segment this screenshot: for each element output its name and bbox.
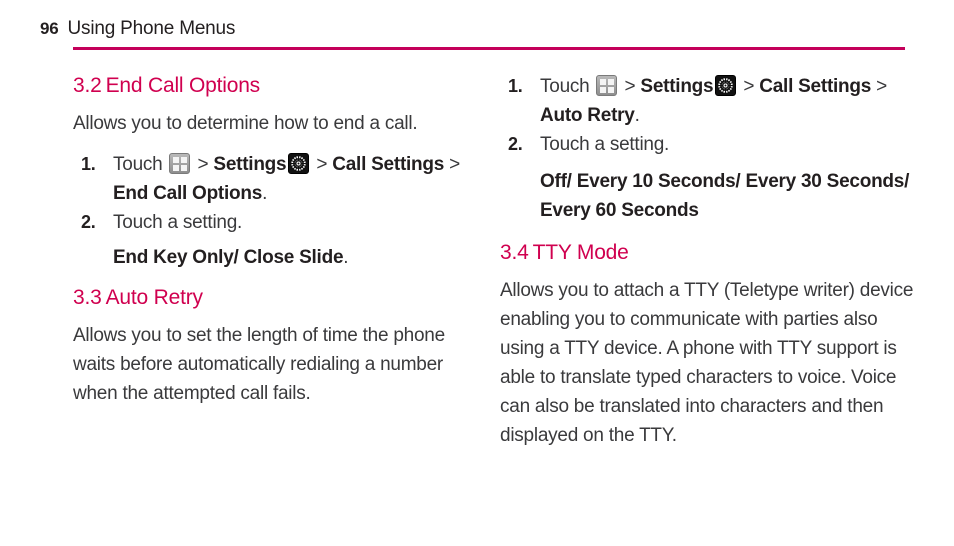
step-number: 2. bbox=[81, 212, 96, 232]
running-header: 96 Using Phone Menus bbox=[40, 18, 906, 52]
auto-retry-intro: Allows you to set the length of time the… bbox=[73, 325, 445, 404]
page-number: 96 bbox=[40, 19, 59, 38]
step-separator: > bbox=[738, 76, 760, 97]
step-target-auto-retry: Auto Retry bbox=[540, 105, 635, 126]
step-number: 1. bbox=[81, 154, 96, 174]
heading-text: TTY Mode bbox=[532, 241, 629, 264]
heading-auto-retry: 3.3 Auto Retry bbox=[73, 284, 483, 311]
settings-gear-icon bbox=[715, 75, 737, 96]
right-column: 1. Touch > Settings > Call Settings > Au… bbox=[500, 72, 915, 450]
step-separator: > bbox=[619, 76, 641, 97]
step-separator: > bbox=[192, 154, 214, 175]
step-target-settings: Settings bbox=[640, 76, 714, 97]
manual-page: 96 Using Phone Menus 3.2 End Call Options… bbox=[0, 0, 954, 546]
step-item: 1. Touch > Settings > Call Settings > En… bbox=[73, 150, 483, 208]
step-separator: > bbox=[311, 154, 333, 175]
tty-mode-body: Allows you to attach a TTY (Teletype wri… bbox=[500, 280, 914, 446]
step-target-settings: Settings bbox=[213, 154, 287, 175]
end-call-steps: 1. Touch > Settings > Call Settings > En… bbox=[73, 150, 483, 237]
auto-retry-steps: 1. Touch > Settings > Call Settings > Au… bbox=[500, 72, 915, 159]
step-period: . bbox=[262, 183, 268, 204]
step-item: 1. Touch > Settings > Call Settings > Au… bbox=[500, 72, 915, 130]
step-text: Touch a setting. bbox=[113, 212, 243, 233]
left-column: 3.2 End Call Options Allows you to determ… bbox=[73, 72, 483, 408]
auto-retry-option-values: Off/ Every 10 Seconds/ Every 30 Seconds/… bbox=[540, 171, 910, 221]
step-separator: > bbox=[444, 154, 460, 175]
step-prefix: Touch bbox=[540, 76, 595, 97]
option-values-text: End Key Only/ Close Slide bbox=[113, 247, 344, 268]
end-call-option-values: End Key Only/ Close Slide. bbox=[73, 243, 483, 272]
apps-grid-icon bbox=[169, 153, 191, 174]
end-call-intro: Allows you to determine how to end a cal… bbox=[73, 113, 418, 134]
step-item: 2. Touch a setting. bbox=[73, 208, 483, 237]
step-text: Touch a setting. bbox=[540, 134, 670, 155]
settings-gear-icon bbox=[288, 153, 310, 174]
step-separator: > bbox=[871, 76, 887, 97]
header-divider bbox=[73, 47, 905, 50]
page-columns: 3.2 End Call Options Allows you to determ… bbox=[0, 72, 954, 532]
step-text: Touch > Settings > Call Settings > Auto … bbox=[540, 75, 887, 126]
step-prefix: Touch bbox=[113, 154, 168, 175]
heading-number: 3.3 bbox=[73, 286, 102, 309]
step-period: . bbox=[634, 105, 640, 126]
step-number: 1. bbox=[508, 76, 523, 96]
step-target-end-call-options: End Call Options bbox=[113, 183, 263, 204]
step-number: 2. bbox=[508, 134, 523, 154]
header-line: 96 Using Phone Menus bbox=[40, 18, 906, 44]
page-title: Using Phone Menus bbox=[67, 18, 236, 39]
heading-tty-mode: 3.4 TTY Mode bbox=[500, 239, 915, 266]
apps-grid-icon bbox=[596, 75, 618, 96]
step-target-call-settings: Call Settings bbox=[332, 154, 445, 175]
heading-end-call-options: 3.2 End Call Options bbox=[73, 72, 483, 99]
step-item: 2. Touch a setting. bbox=[500, 130, 915, 159]
heading-number: 3.4 bbox=[500, 241, 529, 264]
heading-text: End Call Options bbox=[105, 74, 261, 97]
heading-text: Auto Retry bbox=[105, 286, 203, 309]
option-values-period: . bbox=[343, 247, 349, 268]
heading-number: 3.2 bbox=[73, 74, 102, 97]
step-target-call-settings: Call Settings bbox=[759, 76, 872, 97]
step-text: Touch > Settings > Call Settings > End C… bbox=[113, 153, 460, 204]
